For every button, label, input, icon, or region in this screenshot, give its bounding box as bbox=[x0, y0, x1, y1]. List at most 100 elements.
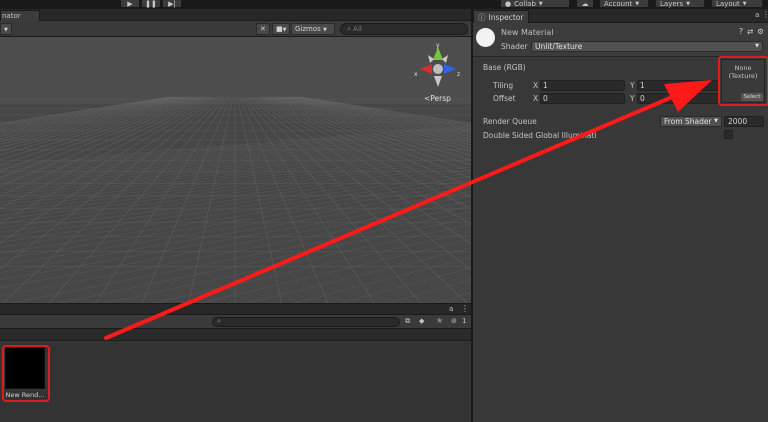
inspector-body: New Material ? ⇄ ⚙ Shader Unlit/Texture … bbox=[473, 23, 768, 422]
render-queue-dropdown[interactable]: From Shader ▼ bbox=[660, 116, 722, 127]
lock-icon[interactable]: a bbox=[449, 305, 453, 313]
hidden-packages-count: 1 bbox=[462, 317, 467, 325]
grid-line bbox=[0, 156, 471, 216]
hidden-packages-icon[interactable]: ⊘ bbox=[451, 317, 457, 325]
grid-line bbox=[0, 205, 471, 297]
help-icon[interactable]: ? bbox=[739, 27, 743, 36]
projection-toggle[interactable]: <Persp bbox=[424, 94, 451, 103]
grid-line bbox=[0, 145, 471, 200]
lock-icon[interactable]: a bbox=[755, 11, 759, 19]
play-button[interactable]: ▶ bbox=[120, 0, 140, 8]
material-header: New Material ? ⇄ ⚙ Shader Unlit/Texture … bbox=[473, 23, 768, 57]
project-tab-strip: a ⋮ bbox=[0, 303, 471, 315]
main-toolbar: ▶ ❚❚ ▶| ● Collab ▼ ☁ Account ▼ Layers ▼ … bbox=[0, 0, 768, 9]
gizmo-neg-x-cone[interactable] bbox=[442, 55, 448, 63]
offset-y-field[interactable]: 0 bbox=[637, 93, 719, 104]
scene-grid bbox=[0, 37, 471, 303]
cloud-icon: ● bbox=[505, 0, 512, 8]
grid-line bbox=[0, 144, 471, 197]
favorite-star-icon[interactable]: ★ bbox=[436, 316, 443, 325]
pause-button[interactable]: ❚❚ bbox=[141, 0, 161, 8]
grid-line bbox=[0, 131, 471, 177]
grid-line bbox=[0, 172, 471, 243]
grid-line bbox=[0, 126, 471, 168]
gizmo-x-cone[interactable] bbox=[420, 64, 432, 74]
grid-line bbox=[104, 224, 471, 303]
chevron-down-icon: ▼ bbox=[686, 0, 691, 7]
step-button[interactable]: ▶| bbox=[162, 0, 182, 8]
orientation-gizmo[interactable]: y x z bbox=[412, 43, 464, 91]
grid-line bbox=[0, 163, 471, 229]
grid-line bbox=[56, 217, 471, 303]
grid-line bbox=[0, 158, 471, 220]
gizmos-dropdown[interactable]: Gizmos ▼ bbox=[291, 23, 335, 35]
filter-by-type-icon[interactable]: ⧉ bbox=[405, 317, 410, 326]
grid-line bbox=[415, 77, 471, 303]
gizmo-neg-y-cone[interactable] bbox=[434, 76, 442, 87]
search-icon: ⌕ bbox=[347, 25, 351, 33]
scene-viewport[interactable]: y x z <Persp bbox=[0, 37, 471, 303]
grid-line bbox=[0, 139, 471, 189]
gear-icon[interactable]: ⚙ bbox=[757, 27, 764, 36]
grid-line bbox=[0, 133, 471, 179]
grid-line bbox=[0, 147, 471, 203]
gizmo-neg-z-cone[interactable] bbox=[428, 55, 434, 63]
pause-icon: ❚❚ bbox=[145, 0, 157, 8]
tab-animator[interactable]: nator bbox=[0, 10, 40, 21]
shader-dropdown[interactable]: Unlit/Texture ▼ bbox=[531, 41, 763, 52]
tools-icon: ✕ bbox=[260, 25, 266, 33]
render-queue-label: Render Queue bbox=[483, 117, 537, 126]
grid-line bbox=[9, 211, 471, 303]
grid-line bbox=[0, 127, 471, 169]
grid-line bbox=[0, 191, 471, 273]
info-icon: ⓘ bbox=[478, 12, 486, 22]
grid-line bbox=[0, 96, 185, 135]
scene-mode-dropdown[interactable]: ▼ bbox=[0, 23, 12, 35]
camera-dropdown[interactable]: ■▼ bbox=[272, 23, 290, 35]
grid-line bbox=[0, 195, 471, 281]
double-sided-gi-label: Double Sided Global Illuminati bbox=[483, 131, 597, 140]
tiling-x-field[interactable]: 1 bbox=[540, 80, 625, 91]
double-sided-gi-checkbox[interactable] bbox=[724, 130, 733, 139]
menu-icon[interactable]: ⋮ bbox=[762, 10, 768, 19]
tiling-x-axis-label: X bbox=[533, 81, 539, 90]
gizmo-center[interactable] bbox=[433, 64, 443, 74]
chevron-down-icon: ▼ bbox=[635, 0, 640, 7]
grid-line bbox=[0, 137, 471, 186]
tools-button[interactable]: ✕ bbox=[256, 23, 270, 35]
scene-toolbar: ▼ ✕ ■▼ Gizmos ▼ ⌕ All bbox=[0, 21, 471, 37]
texture-slot-highlight bbox=[718, 56, 768, 106]
camera-icon: ■ bbox=[276, 25, 283, 33]
grid-line bbox=[0, 153, 471, 213]
offset-x-field[interactable]: 0 bbox=[540, 93, 625, 104]
chevron-down-icon: ▼ bbox=[755, 43, 759, 49]
filter-by-label-icon[interactable]: ◆ bbox=[419, 317, 424, 325]
gizmo-y-label: y bbox=[436, 43, 440, 49]
tab-inspector[interactable]: ⓘ Inspector bbox=[473, 10, 529, 23]
grid-line bbox=[0, 179, 471, 254]
grid-line bbox=[0, 134, 471, 181]
grid-line bbox=[0, 187, 471, 267]
grid-line bbox=[236, 96, 282, 303]
account-dropdown[interactable]: Account ▼ bbox=[599, 0, 649, 8]
render-queue-field[interactable]: 2000 bbox=[724, 116, 764, 127]
project-search-input[interactable]: ⌕ bbox=[212, 317, 400, 327]
services-button[interactable]: ☁ bbox=[576, 0, 594, 8]
chevron-down-icon: ▼ bbox=[282, 27, 287, 33]
gizmo-z-label: z bbox=[457, 71, 460, 78]
layout-dropdown[interactable]: Layout ▼ bbox=[711, 0, 763, 8]
tiling-y-field[interactable]: 1 bbox=[637, 80, 719, 91]
material-preview-icon bbox=[476, 28, 495, 47]
collab-button[interactable]: ● Collab ▼ bbox=[500, 0, 570, 8]
gizmo-z-cone[interactable] bbox=[444, 64, 456, 74]
project-breadcrumb-strip bbox=[0, 329, 471, 341]
chevron-down-icon: ▼ bbox=[742, 0, 747, 7]
presets-icon[interactable]: ⇄ bbox=[747, 27, 753, 36]
tiling-label: Tiling bbox=[493, 81, 514, 90]
scene-search-input[interactable]: ⌕ All bbox=[340, 23, 468, 35]
shader-label: Shader bbox=[501, 42, 528, 51]
layers-dropdown[interactable]: Layers ▼ bbox=[655, 0, 705, 8]
menu-icon[interactable]: ⋮ bbox=[461, 304, 469, 313]
grid-line bbox=[239, 96, 329, 303]
render-texture-asset[interactable]: New Rend... bbox=[2, 345, 50, 402]
